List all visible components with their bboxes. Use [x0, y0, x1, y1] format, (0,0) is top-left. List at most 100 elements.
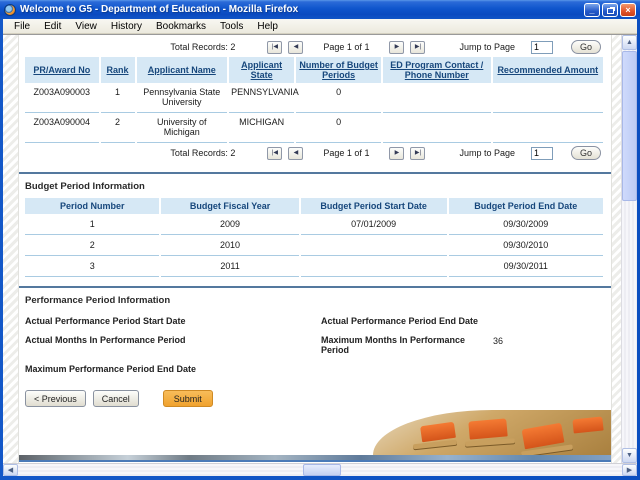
browser-window: Welcome to G5 - Department of Education …: [0, 0, 640, 480]
total-records-label: Total Records: 2: [170, 148, 235, 158]
col-header-budget-periods[interactable]: Number of Budget Periods: [296, 57, 381, 83]
classroom-chairs-photo: [373, 410, 611, 455]
scroll-left-button[interactable]: ◀: [3, 464, 18, 476]
cell-budget-periods: 0: [296, 83, 381, 113]
col-header-applicant-state[interactable]: Applicant State: [229, 57, 294, 83]
last-page-button[interactable]: ▶|: [410, 41, 425, 54]
scroll-left-icon: ◀: [8, 467, 13, 474]
menu-item-view[interactable]: View: [68, 20, 104, 33]
table-row: Z003A090003 1 Pennsylvania State Univers…: [25, 83, 603, 113]
col-header-budget-end-date: Budget Period End Date: [449, 198, 603, 214]
page-content: Total Records: 2 |◀ ◀ Page 1 of 1 ▶ ▶| J…: [19, 35, 611, 463]
actual-months-label: Actual Months In Performance Period: [25, 335, 321, 355]
section-divider: [19, 172, 611, 174]
horizontal-scroll-thumb[interactable]: [303, 464, 341, 476]
vertical-scroll-thumb[interactable]: [622, 51, 637, 201]
pagination-bottom: Total Records: 2 |◀ ◀ Page 1 of 1 ▶ ▶| J…: [23, 146, 601, 160]
col-header-period-number: Period Number: [25, 198, 159, 214]
total-records-label: Total Records: 2: [170, 42, 235, 52]
table-row: 3 2011 09/30/2011: [25, 256, 603, 277]
cell-recommended-amount: [493, 83, 603, 113]
scroll-up-icon: ▲: [626, 39, 633, 46]
close-button[interactable]: ×: [620, 3, 636, 17]
menu-item-bookmarks[interactable]: Bookmarks: [149, 20, 213, 33]
scroll-right-button[interactable]: ▶: [622, 464, 637, 476]
left-margin-stripe: [3, 35, 19, 463]
col-header-pr-award-no[interactable]: PR/Award No: [25, 57, 99, 83]
cell-applicant-state: MICHIGAN: [229, 113, 294, 143]
menu-item-edit[interactable]: Edit: [37, 20, 68, 33]
maximum-months-label: Maximum Months In Performance Period: [321, 335, 493, 355]
cell-period-number: 3: [25, 256, 159, 277]
cell-applicant-name: University of Michigan: [137, 113, 228, 143]
first-page-button[interactable]: |◀: [267, 147, 282, 160]
jump-to-page-input[interactable]: [531, 147, 553, 160]
cell-start-date: [301, 256, 447, 277]
menu-item-file[interactable]: File: [7, 20, 37, 33]
budget-header-row: Period Number Budget Fiscal Year Budget …: [25, 198, 603, 214]
restore-button[interactable]: [602, 3, 618, 17]
last-page-icon: ▶|: [415, 150, 421, 156]
page-indicator: Page 1 of 1: [323, 42, 369, 52]
prev-page-icon: ◀: [294, 150, 299, 156]
cell-applicant-state: PENNSYLVANIA: [229, 83, 294, 113]
decorative-gradient-bar: [19, 455, 611, 462]
firefox-icon: [4, 4, 16, 16]
cell-period-number: 2: [25, 235, 159, 256]
cancel-button[interactable]: Cancel: [93, 390, 139, 407]
submit-button[interactable]: Submit: [163, 390, 213, 407]
right-margin-stripe: [611, 35, 621, 463]
scroll-down-button[interactable]: ▼: [622, 448, 637, 463]
prev-page-button[interactable]: ◀: [288, 41, 303, 54]
bottom-banner: ^ Back to Top: [23, 407, 605, 455]
table-row: Z003A090004 2 University of Michigan MIC…: [25, 113, 603, 143]
menu-bar: File Edit View History Bookmarks Tools H…: [3, 19, 637, 34]
cell-rank: 2: [101, 113, 135, 143]
last-page-button[interactable]: ▶|: [410, 147, 425, 160]
first-page-button[interactable]: |◀: [267, 41, 282, 54]
budget-section-title: Budget Period Information: [25, 181, 605, 192]
jump-to-page-label: Jump to Page: [459, 42, 515, 52]
next-page-icon: ▶: [395, 44, 400, 50]
performance-fields: Actual Performance Period Start Date Act…: [25, 316, 605, 374]
cell-recommended-amount: [493, 113, 603, 143]
next-page-icon: ▶: [395, 150, 400, 156]
prev-page-button[interactable]: ◀: [288, 147, 303, 160]
col-header-applicant-name[interactable]: Applicant Name: [137, 57, 228, 83]
prev-page-icon: ◀: [294, 44, 299, 50]
cell-award-no: Z003A090003: [25, 83, 99, 113]
menu-item-tools[interactable]: Tools: [213, 20, 250, 33]
col-header-recommended-amount[interactable]: Recommended Amount: [493, 57, 603, 83]
cell-rank: 1: [101, 83, 135, 113]
last-page-icon: ▶|: [415, 44, 421, 50]
next-page-button[interactable]: ▶: [389, 41, 404, 54]
restore-icon: [607, 8, 614, 14]
menu-item-history[interactable]: History: [104, 20, 149, 33]
pagination-top: Total Records: 2 |◀ ◀ Page 1 of 1 ▶ ▶| J…: [23, 40, 601, 54]
horizontal-scrollbar[interactable]: ◀ ▶: [3, 463, 637, 476]
jump-to-page-input[interactable]: [531, 41, 553, 54]
actual-end-date-value: [493, 316, 605, 326]
window-title: Welcome to G5 - Department of Education …: [20, 4, 584, 15]
go-button[interactable]: Go: [571, 40, 601, 54]
cell-ed-contact: [383, 113, 491, 143]
cell-award-no: Z003A090004: [25, 113, 99, 143]
previous-button[interactable]: < Previous: [25, 390, 86, 407]
go-button[interactable]: Go: [571, 146, 601, 160]
table-row: 1 2009 07/01/2009 09/30/2009: [25, 214, 603, 235]
col-header-ed-contact[interactable]: ED Program Contact / Phone Number: [383, 57, 491, 83]
budget-table: Period Number Budget Fiscal Year Budget …: [23, 198, 605, 277]
cell-ed-contact: [383, 83, 491, 113]
vertical-scrollbar[interactable]: ▲ ▼: [621, 35, 637, 463]
cell-applicant-name: Pennsylvania State University: [137, 83, 228, 113]
menu-item-help[interactable]: Help: [250, 20, 285, 33]
first-page-icon: |◀: [272, 150, 278, 156]
cell-end-date: 09/30/2011: [449, 256, 603, 277]
col-header-rank[interactable]: Rank: [101, 57, 135, 83]
next-page-button[interactable]: ▶: [389, 147, 404, 160]
page-viewport: Total Records: 2 |◀ ◀ Page 1 of 1 ▶ ▶| J…: [3, 34, 637, 463]
cell-start-date: 07/01/2009: [301, 214, 447, 235]
col-header-budget-fiscal-year: Budget Fiscal Year: [161, 198, 298, 214]
scroll-up-button[interactable]: ▲: [622, 35, 637, 50]
minimize-button[interactable]: _: [584, 3, 600, 17]
